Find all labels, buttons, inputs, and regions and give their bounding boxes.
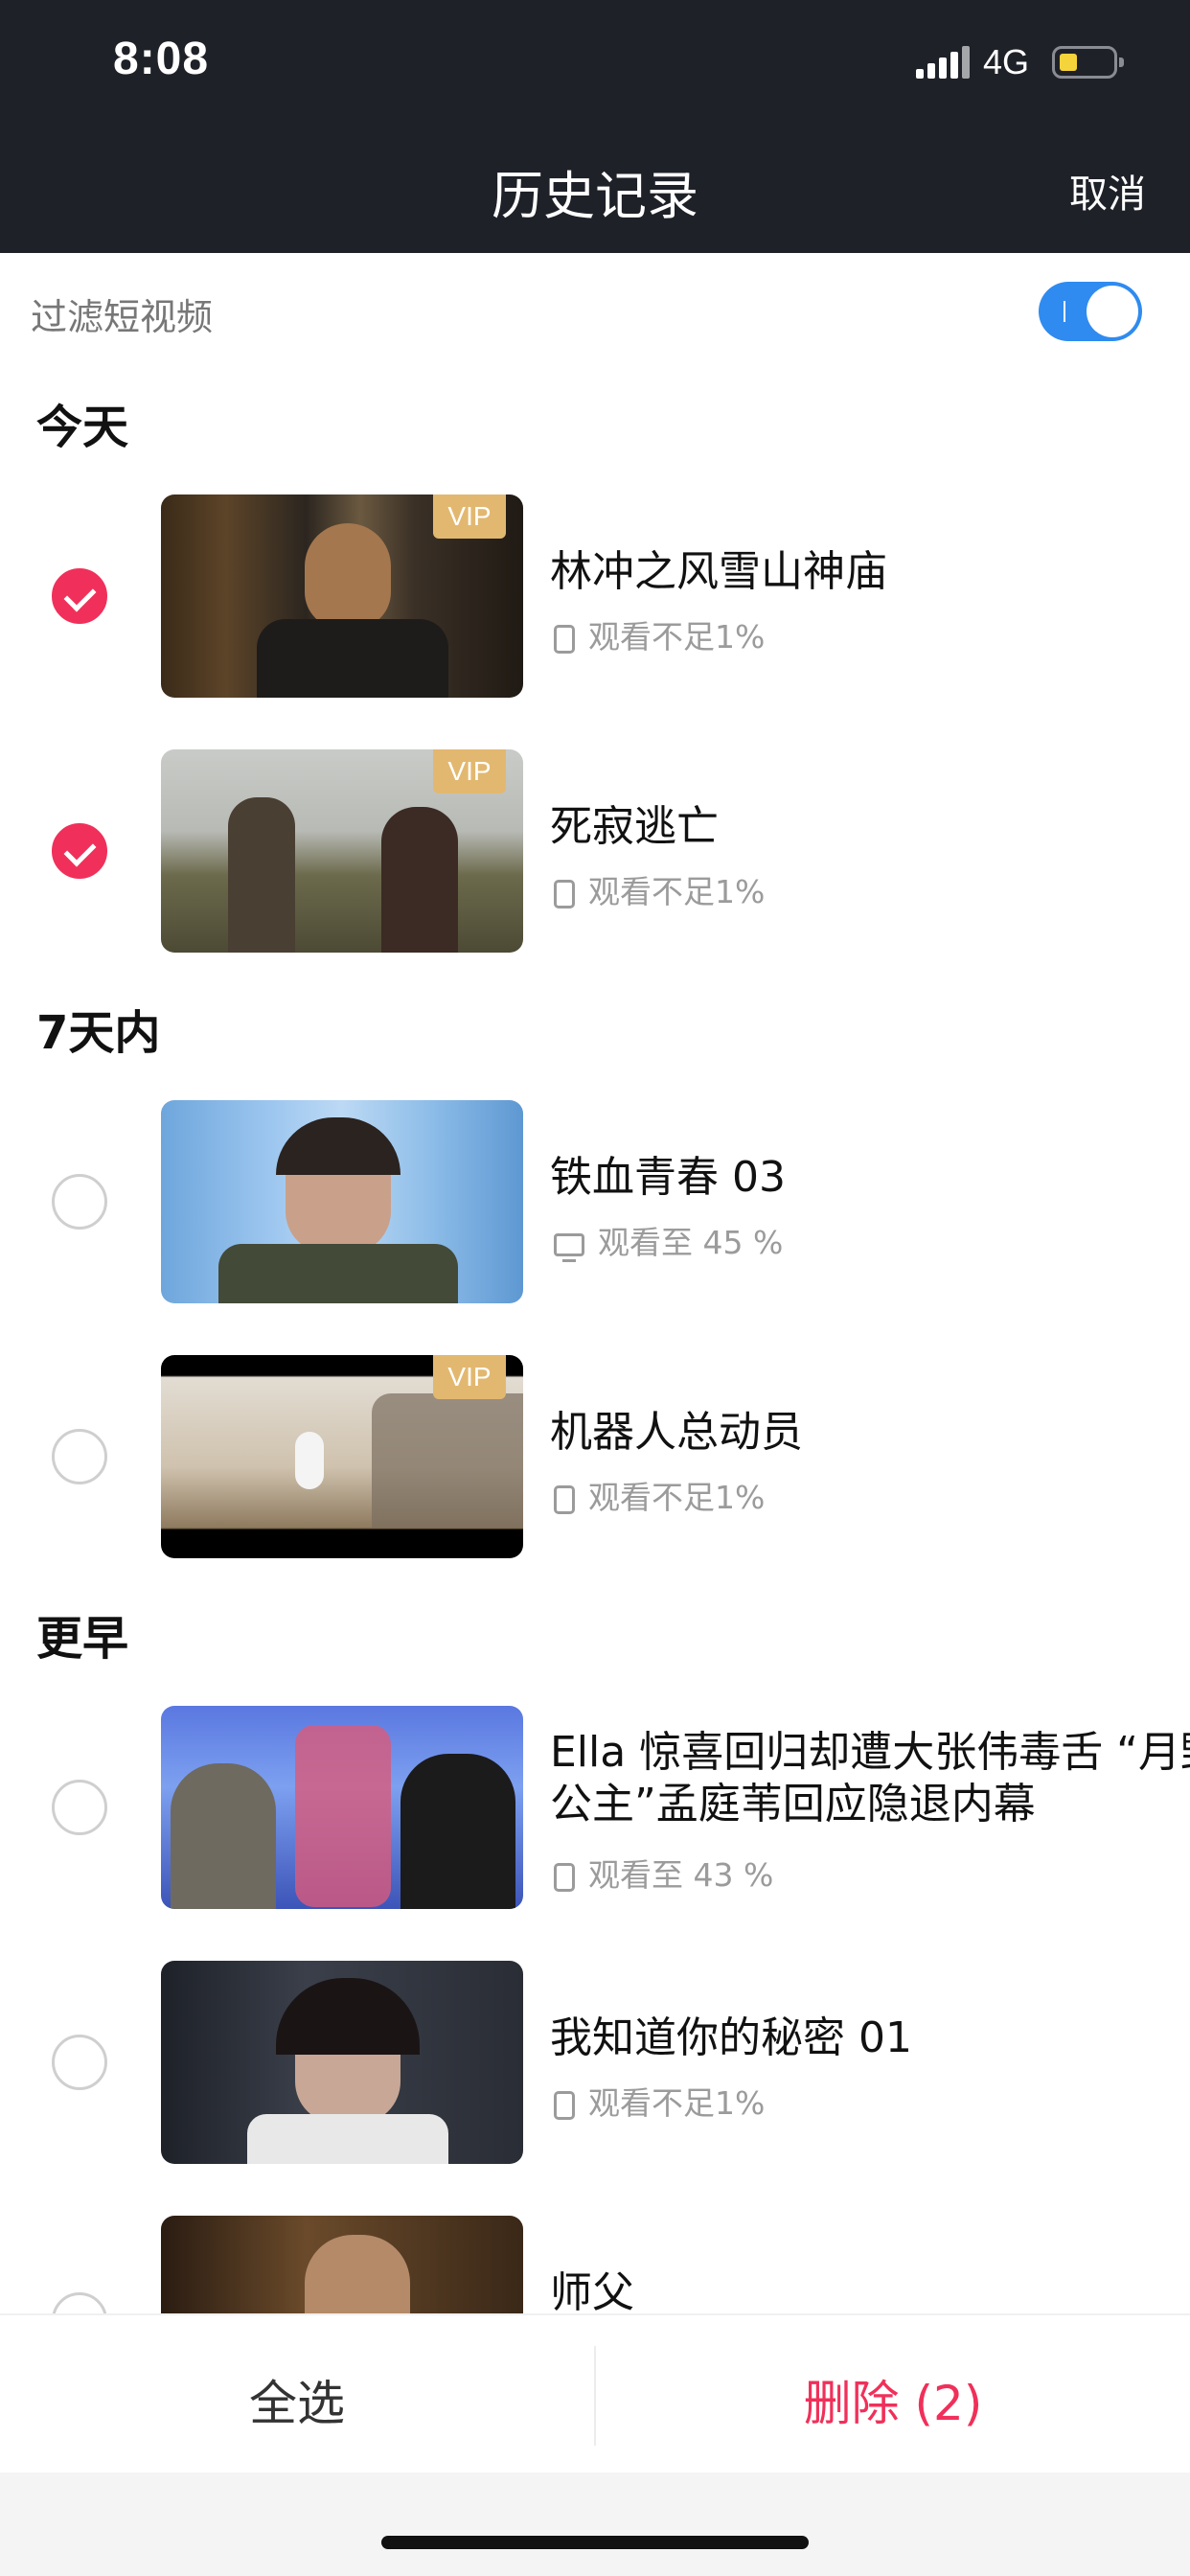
thumbnail: VIP <box>161 494 523 698</box>
tv-icon <box>554 1232 584 1262</box>
section-title-week: 7天内 <box>36 1006 161 1060</box>
progress-text: 观看不足1% <box>588 2084 766 2122</box>
checkbox[interactable] <box>52 2035 107 2090</box>
checkbox[interactable] <box>52 2292 107 2313</box>
filter-short-video-toggle[interactable] <box>1039 282 1142 341</box>
video-title: 我知道你的秘密 01 <box>550 2013 912 2062</box>
list-item[interactable]: 我知道你的秘密 01 观看不足1% <box>0 1961 1190 2164</box>
progress-text: 观看至 43 % <box>588 1856 774 1894</box>
video-title: 师父 <box>550 2268 634 2313</box>
video-title: 机器人总动员 <box>550 1408 803 1457</box>
status-time: 8:08 <box>113 34 210 84</box>
thumbnail: VIP <box>161 1355 523 1558</box>
phone-icon <box>554 879 575 908</box>
video-title: Ella 惊喜回归却遭大张伟毒舌 “月野公主”孟庭苇回应隐退内幕 <box>550 1728 1190 1828</box>
phone-icon <box>554 1484 575 1514</box>
toggle-on-mark <box>1064 301 1065 322</box>
thumbnail <box>161 2216 523 2313</box>
network-label: 4G <box>983 42 1030 81</box>
filter-label: 过滤短视频 <box>31 296 214 338</box>
watch-progress: 观看不足1% <box>554 611 765 657</box>
select-all-button[interactable]: 全选 <box>0 2365 594 2434</box>
section-title-today: 今天 <box>36 401 129 454</box>
video-title: 死寂逃亡 <box>550 802 719 851</box>
bottom-action-bar: 全选 删除 (2) <box>0 2313 1190 2474</box>
vip-badge: VIP <box>433 749 506 794</box>
thumbnail <box>161 1961 523 2164</box>
watch-progress: 观看至 45 % <box>554 1217 783 1263</box>
phone-icon <box>554 2090 575 2120</box>
home-area <box>0 2472 1190 2576</box>
battery-level <box>1060 54 1078 71</box>
checkbox[interactable] <box>52 823 107 879</box>
checkbox[interactable] <box>52 1780 107 1835</box>
progress-text: 观看不足1% <box>588 873 766 910</box>
list-item[interactable]: VIP 林冲之风雪山神庙 观看不足1% <box>0 494 1190 698</box>
list-item[interactable]: VIP 机器人总动员 观看不足1% <box>0 1355 1190 1558</box>
video-title: 林冲之风雪山神庙 <box>550 547 887 596</box>
thumbnail: VIP <box>161 749 523 953</box>
header-bar: 8:08 4G 历史记录 取消 <box>0 0 1190 253</box>
phone-icon <box>554 624 575 654</box>
vip-badge: VIP <box>433 1355 506 1399</box>
watch-progress: 观看不足1% <box>554 866 765 912</box>
checkbox[interactable] <box>52 568 107 624</box>
toggle-knob <box>1087 286 1138 337</box>
cancel-button[interactable]: 取消 <box>1069 163 1146 218</box>
list-item[interactable]: VIP 死寂逃亡 观看不足1% <box>0 749 1190 953</box>
watch-progress: 观看不足1% <box>554 1472 765 1518</box>
checkbox[interactable] <box>52 1174 107 1230</box>
progress-text: 观看至 45 % <box>598 1224 784 1261</box>
vip-badge: VIP <box>433 494 506 539</box>
progress-text: 观看不足1% <box>588 1479 766 1516</box>
battery-icon <box>1052 46 1124 79</box>
signal-icon <box>916 46 970 79</box>
delete-button[interactable]: 删除 (2) <box>596 2365 1190 2434</box>
thumbnail <box>161 1100 523 1303</box>
list-item[interactable]: 师父 <box>0 2216 1190 2313</box>
list-item[interactable]: 铁血青春 03 观看至 45 % <box>0 1100 1190 1303</box>
progress-text: 观看不足1% <box>588 618 766 656</box>
phone-icon <box>554 1862 575 1892</box>
watch-progress: 观看不足1% <box>554 2078 765 2124</box>
watch-progress: 观看至 43 % <box>554 1850 773 1896</box>
video-title: 铁血青春 03 <box>550 1153 786 1202</box>
thumbnail <box>161 1706 523 1909</box>
home-indicator[interactable] <box>381 2536 809 2549</box>
page-title: 历史记录 <box>492 166 698 226</box>
list-item[interactable]: Ella 惊喜回归却遭大张伟毒舌 “月野公主”孟庭苇回应隐退内幕 观看至 43 … <box>0 1706 1190 1909</box>
section-title-earlier: 更早 <box>36 1612 129 1666</box>
checkbox[interactable] <box>52 1429 107 1484</box>
filter-row: 过滤短视频 <box>0 253 1190 374</box>
